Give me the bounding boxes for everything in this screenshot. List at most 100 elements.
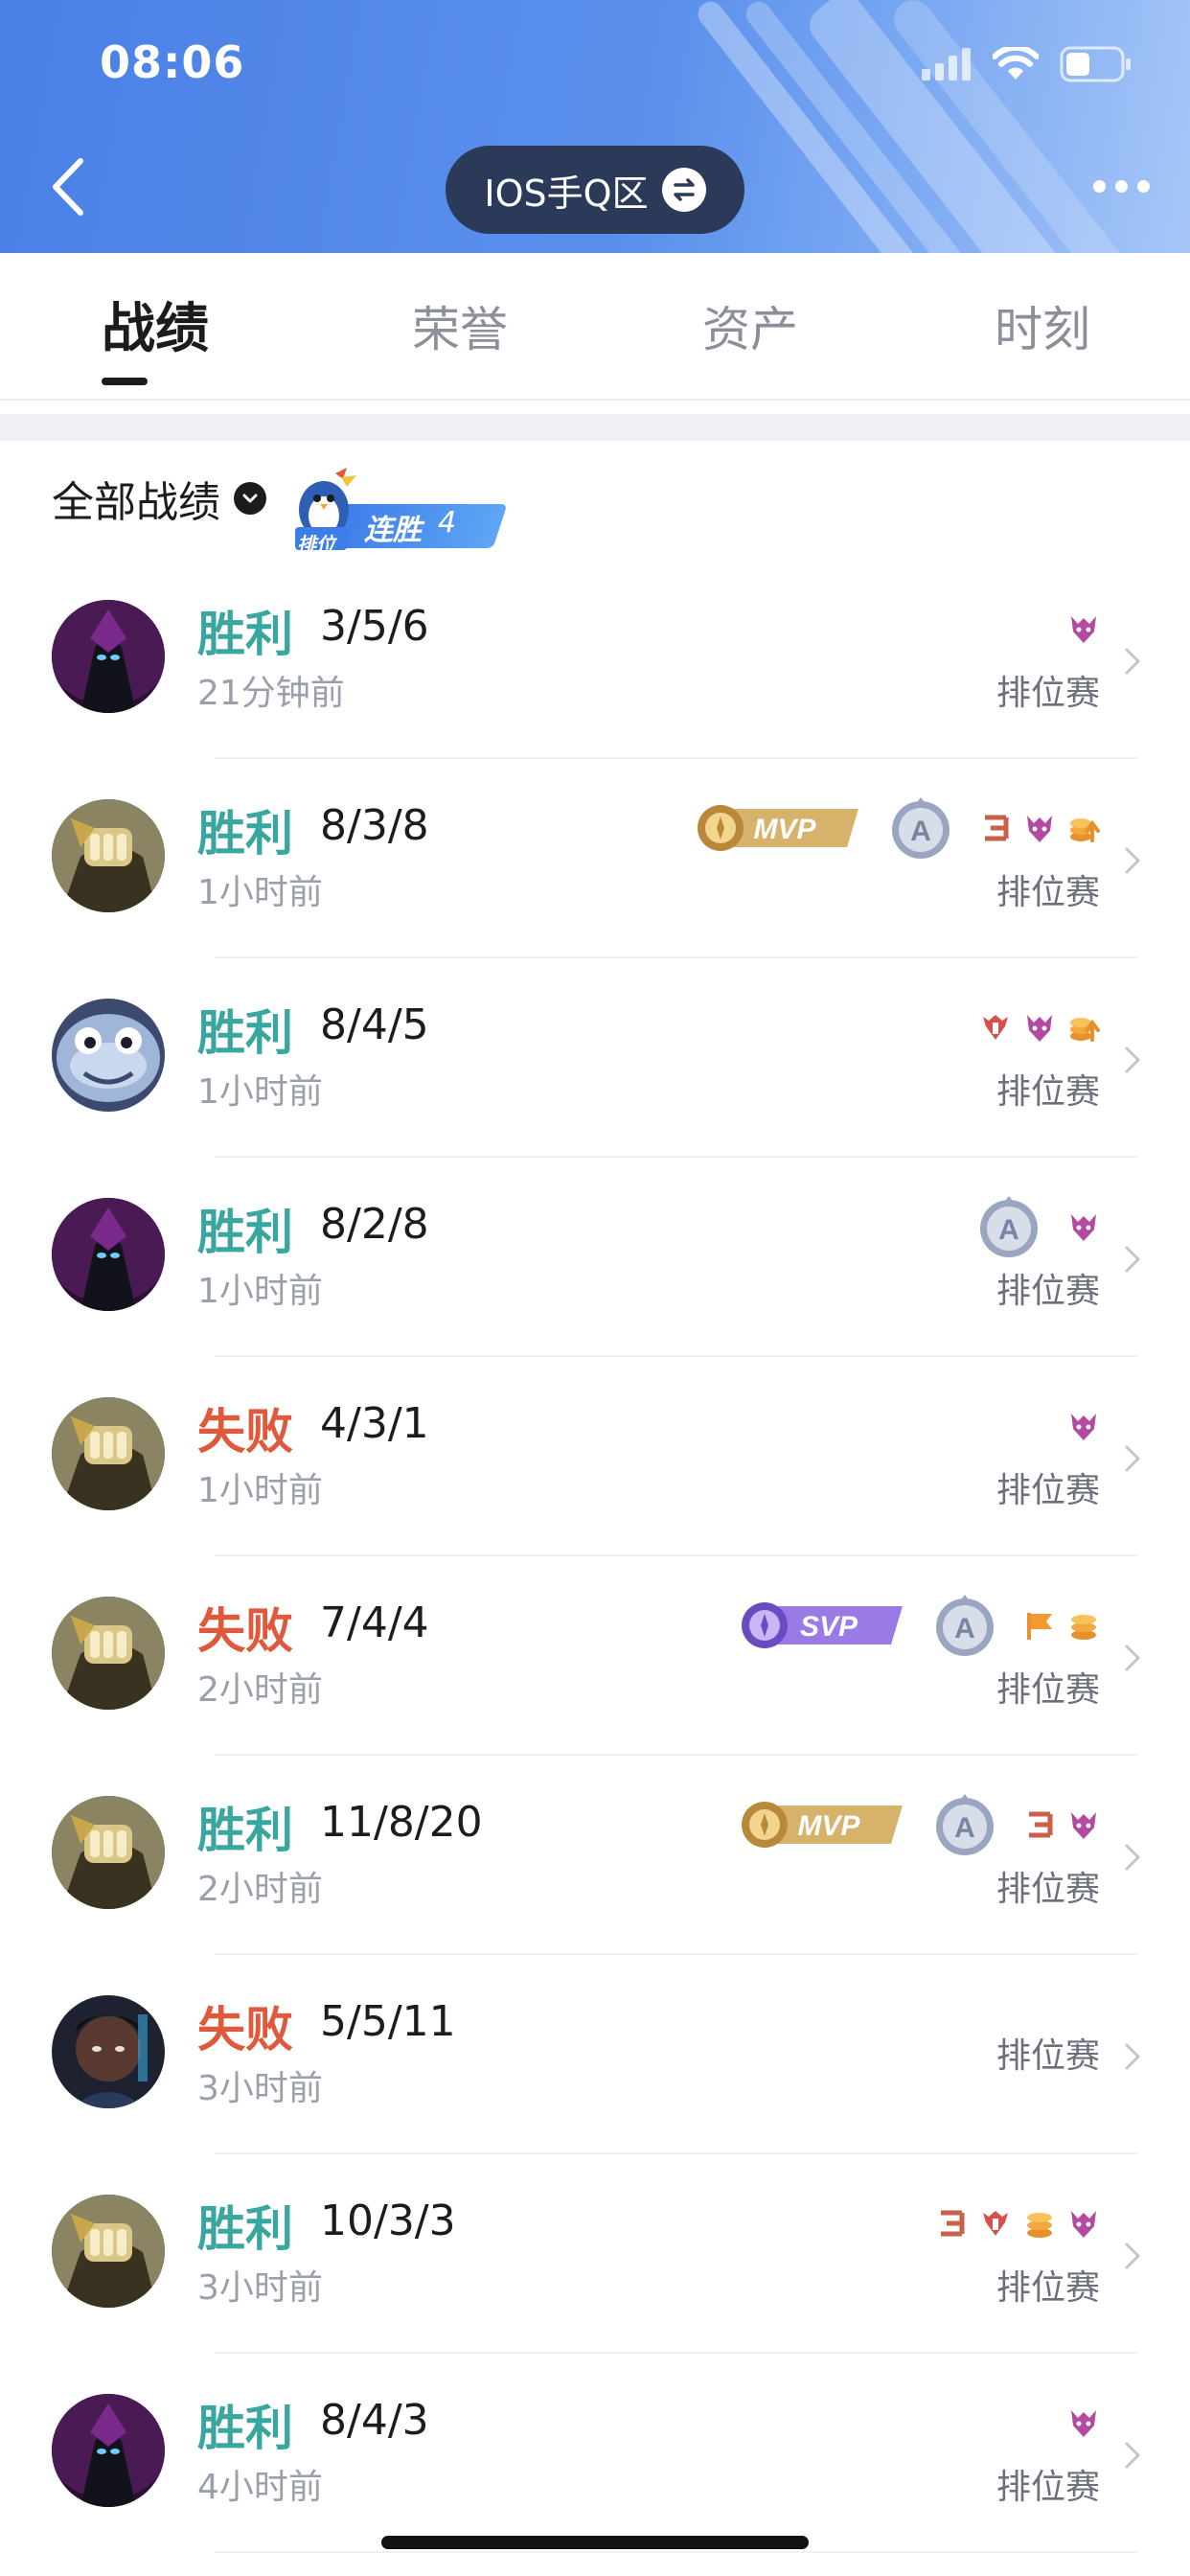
active-tab-indicator: [102, 378, 148, 385]
demon-icon: [1027, 816, 1052, 842]
match-badges: [1067, 2392, 1100, 2453]
chevron-right-icon: [1125, 2043, 1140, 2070]
swap-icon: [661, 168, 706, 212]
svg-text:MVP: MVP: [753, 814, 816, 845]
match-mode: 排位赛: [995, 2268, 1100, 2308]
match-time: 3小时前: [197, 2268, 323, 2308]
filter-label: 全部战绩: [52, 478, 220, 527]
wifi-icon: [993, 47, 1039, 80]
match-badges: SVP A: [738, 1595, 1100, 1656]
match-row[interactable]: 失败 7/4/4 2小时前 SVP A 排位赛: [0, 1556, 1190, 1756]
triple-kill-icon: [1029, 1811, 1053, 1838]
match-badges: [1067, 598, 1100, 659]
battery-icon: [1060, 46, 1131, 82]
match-result: 胜利: [197, 1205, 293, 1260]
flag-icon: [1027, 1613, 1052, 1640]
hero-avatar-fish-helmet: [52, 999, 165, 1112]
region-switch-button[interactable]: IOS手Q区: [446, 146, 744, 234]
match-mode: 排位赛: [995, 2036, 1100, 2076]
svg-text:MVP: MVP: [797, 1810, 860, 1842]
match-time: 2小时前: [197, 1670, 323, 1710]
chevron-right-icon: [1125, 847, 1140, 874]
match-result: 失败: [197, 1603, 293, 1659]
match-mode: 排位赛: [995, 1870, 1100, 1909]
match-kda: 3/5/6: [320, 602, 429, 651]
signal-icon: [922, 48, 971, 80]
svg-text:A: A: [954, 1812, 975, 1844]
tab-assets[interactable]: 资产: [654, 291, 846, 360]
match-row[interactable]: 胜利 8/2/8 1小时前 A 排位赛: [0, 1158, 1190, 1357]
match-kda: 8/2/8: [320, 1200, 429, 1249]
hero-avatar-gold-mech: [52, 2195, 165, 2308]
hero-avatar-gold-mech: [52, 1796, 165, 1909]
match-time: 1小时前: [197, 1471, 323, 1510]
hero-avatar-dark-hero: [52, 1995, 165, 2108]
match-badges: A: [962, 1196, 1100, 1257]
match-list: 胜利 3/5/6 21分钟前 排位赛 胜利 8/3/8 1小时前 MVP A 排位…: [0, 560, 1190, 2553]
a-rank-medal-icon: A: [936, 1794, 994, 1855]
match-row[interactable]: 胜利 10/3/3 3小时前 排位赛: [0, 2154, 1190, 2354]
demon-icon: [1071, 1812, 1096, 1839]
match-time: 3小时前: [197, 2069, 323, 2108]
tab-moments[interactable]: 时刻: [947, 291, 1138, 360]
record-filter-dropdown[interactable]: 全部战绩: [52, 468, 266, 529]
demon-icon: [1071, 616, 1096, 643]
svp-badge-icon: SVP: [742, 1602, 903, 1648]
match-row[interactable]: 胜利 8/3/8 1小时前 MVP A 排位赛: [0, 759, 1190, 958]
demon-icon: [1071, 2211, 1096, 2238]
chevron-right-icon: [1125, 1644, 1140, 1671]
streak-count: 4: [438, 506, 457, 540]
match-result: 胜利: [197, 607, 293, 662]
svg-text:A: A: [998, 1214, 1019, 1246]
tab-record[interactable]: 战绩: [59, 286, 251, 363]
match-row[interactable]: 胜利 8/4/3 4小时前 排位赛: [0, 2354, 1190, 2553]
match-row[interactable]: 胜利 11/8/20 2小时前 MVP A 排位赛: [0, 1756, 1190, 1955]
match-row[interactable]: 失败 4/3/1 1小时前 排位赛: [0, 1357, 1190, 1556]
match-badges: MVP A: [738, 1794, 1100, 1855]
match-result: 失败: [197, 1404, 293, 1460]
hero-avatar-dark-assassin: [52, 2394, 165, 2507]
gold-up-icon: [1070, 818, 1100, 842]
svg-text:SVP: SVP: [800, 1611, 858, 1643]
hero-avatar-gold-mech: [52, 799, 165, 912]
win-streak-badge: 排位 连胜 4: [289, 466, 508, 558]
match-kda: 11/8/20: [320, 1798, 483, 1847]
match-mode: 排位赛: [995, 873, 1100, 912]
match-result: 胜利: [197, 1803, 293, 1858]
demon-icon: [1071, 2410, 1096, 2437]
match-mode: 排位赛: [995, 1670, 1100, 1710]
match-row[interactable]: 胜利 3/5/6 21分钟前 排位赛: [0, 560, 1190, 759]
status-icons: [922, 46, 1133, 82]
match-row[interactable]: 失败 5/5/11 3小时前 排位赛: [0, 1955, 1190, 2154]
row-divider: [215, 2551, 1138, 2553]
match-kda: 7/4/4: [320, 1598, 429, 1647]
match-mode: 排位赛: [995, 1072, 1100, 1112]
match-time: 21分钟前: [197, 674, 345, 713]
status-time: 08:06: [100, 36, 245, 88]
tower-icon: [983, 2211, 1008, 2236]
a-rank-medal-icon: A: [980, 1196, 1038, 1257]
demon-icon: [1071, 1214, 1096, 1241]
match-mode: 排位赛: [995, 2468, 1100, 2507]
chevron-down-icon: [234, 482, 266, 515]
tab-honor[interactable]: 荣誉: [364, 291, 556, 360]
more-options-icon[interactable]: [1093, 180, 1150, 193]
demon-icon: [1071, 1414, 1096, 1440]
coins-icon: [1027, 2213, 1052, 2238]
hero-avatar-dark-assassin: [52, 1198, 165, 1311]
triple-kill-icon: [941, 2210, 965, 2237]
section-gap: [0, 414, 1190, 441]
match-badges: MVP A: [694, 797, 1100, 859]
back-icon[interactable]: [42, 153, 100, 220]
match-kda: 5/5/11: [320, 1997, 456, 2046]
demon-icon: [1027, 1015, 1052, 1042]
match-badges: [979, 997, 1100, 1058]
hero-avatar-gold-mech: [52, 1397, 165, 1510]
match-kda: 8/4/3: [320, 2396, 429, 2445]
streak-prefix: 排位: [297, 533, 335, 556]
match-kda: 8/4/5: [320, 1000, 429, 1049]
match-kda: 10/3/3: [320, 2196, 456, 2245]
chevron-right-icon: [1125, 1046, 1140, 1073]
top-header: 08:06 IOS手Q区: [0, 0, 1190, 253]
match-row[interactable]: 胜利 8/4/5 1小时前 排位赛: [0, 958, 1190, 1158]
